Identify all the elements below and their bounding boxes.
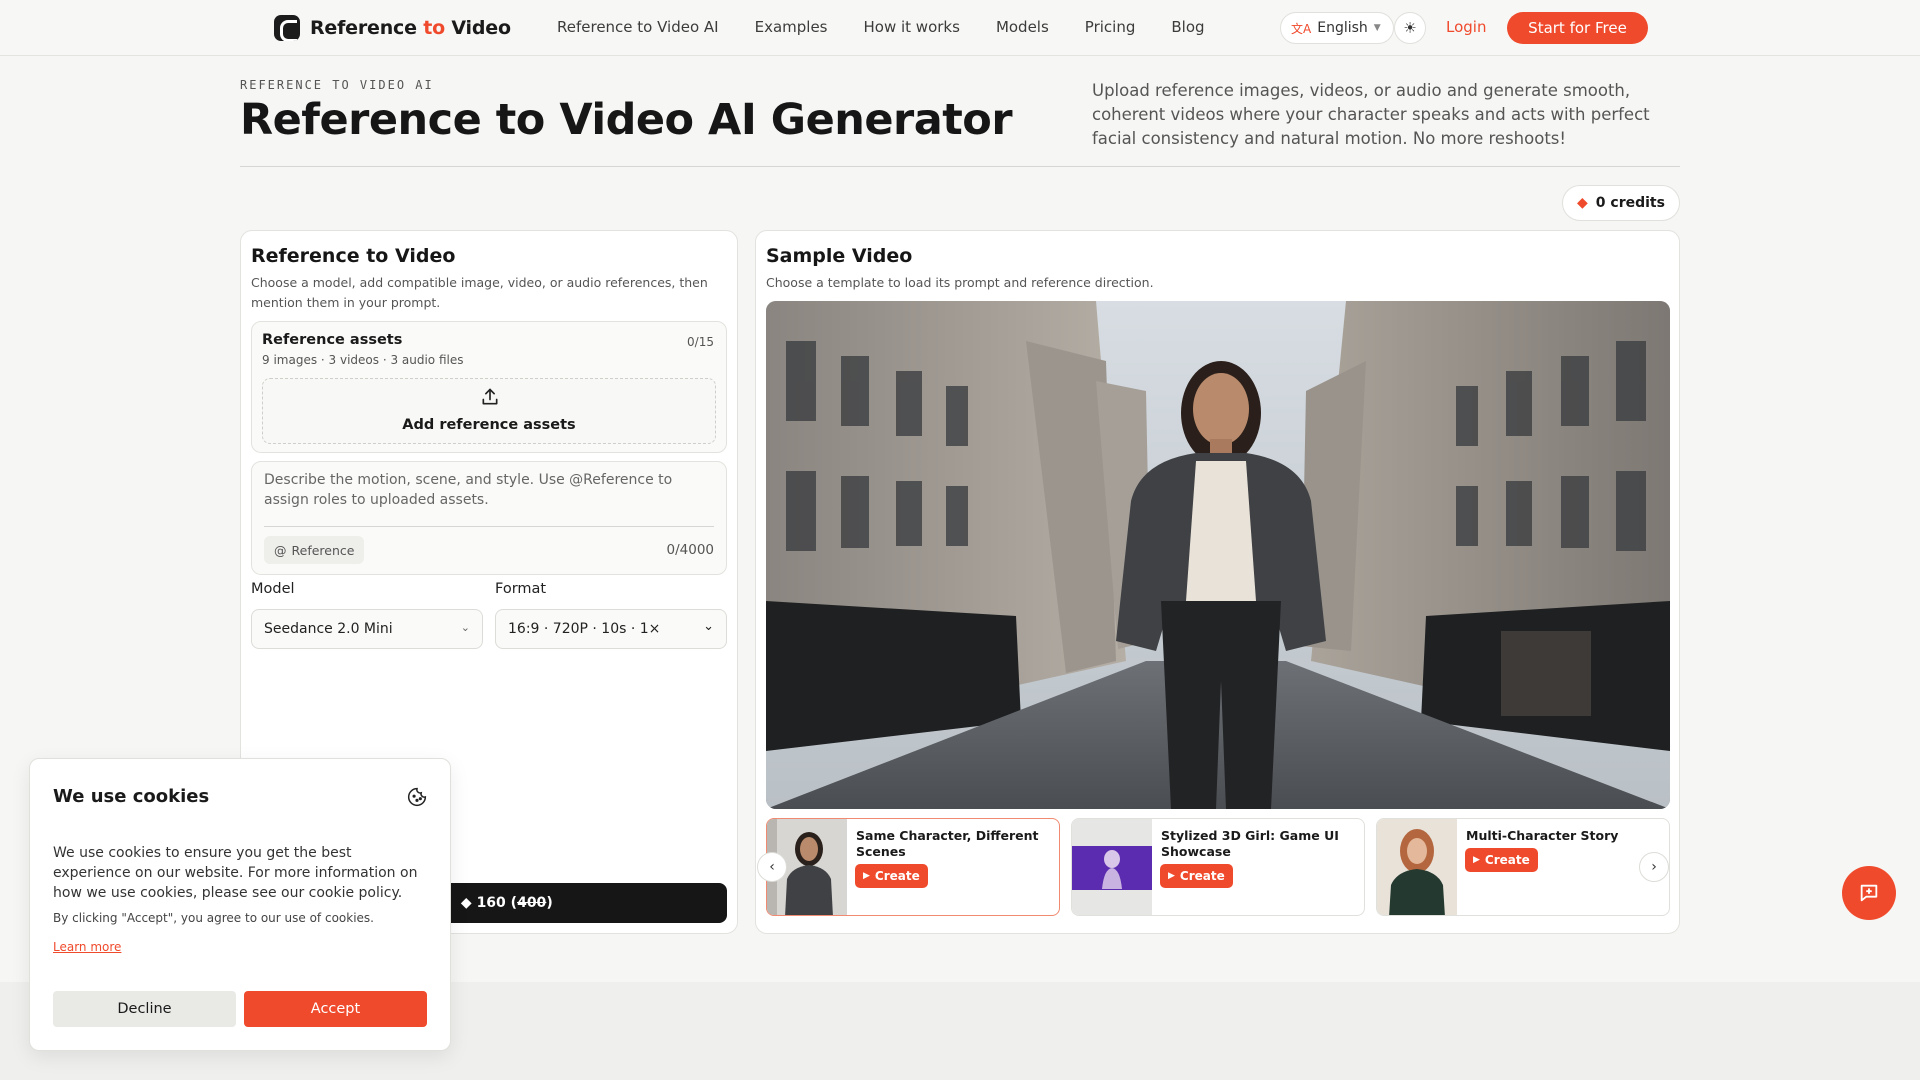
start-for-free-button[interactable]: Start for Free xyxy=(1507,12,1648,44)
create-button[interactable]: ▶ Create xyxy=(1160,864,1233,888)
assets-count: 0/15 xyxy=(687,335,714,349)
at-icon: @ xyxy=(274,542,287,558)
logo-icon xyxy=(274,15,300,41)
template-card[interactable]: Same Character, Different Scenes ▶ Create xyxy=(766,818,1060,916)
nav-link-how-it-works[interactable]: How it works xyxy=(864,18,960,36)
generate-cost: ◆ 160 (400) xyxy=(460,895,553,911)
assets-title: Reference assets xyxy=(262,332,403,348)
carousel-prev-button[interactable]: ‹ xyxy=(757,852,787,882)
translate-icon: 文A xyxy=(1291,21,1312,36)
assets-limits: 9 images · 3 videos · 3 audio files xyxy=(262,353,464,367)
add-reference-assets-dropzone[interactable]: Add reference assets xyxy=(262,378,716,444)
carousel-next-button[interactable]: › xyxy=(1639,852,1669,882)
template-title: Multi-Character Story xyxy=(1466,828,1619,843)
cookie-text: We use cookies to ensure you get the bes… xyxy=(53,845,418,901)
cookie-banner: We use cookies We use cookies to ensure … xyxy=(29,758,451,1051)
template-thumbnail xyxy=(1072,819,1152,915)
chevron-down-icon: ⌄ xyxy=(703,619,714,634)
chevron-down-icon: ⌄ xyxy=(460,621,470,634)
template-title: Same Character, Different Scenes xyxy=(856,828,1039,859)
cookie-note: By clicking "Accept", you agree to our u… xyxy=(53,911,374,925)
model-select[interactable]: Seedance 2.0 Mini ⌄ xyxy=(251,609,483,649)
top-nav: Reference to Video Reference to Video AI… xyxy=(0,0,1920,56)
reference-assets-box: Reference assets 0/15 9 images · 3 video… xyxy=(251,321,727,453)
format-label: Format xyxy=(495,581,547,597)
logo[interactable]: Reference to Video xyxy=(274,15,511,41)
accept-button[interactable]: Accept xyxy=(244,991,427,1027)
chevron-right-icon: › xyxy=(1651,859,1657,875)
sample-video-player[interactable] xyxy=(766,301,1670,809)
cookie-title: We use cookies xyxy=(53,786,210,807)
sample-video-panel: Sample Video Choose a template to load i… xyxy=(755,230,1680,934)
chat-button[interactable] xyxy=(1842,866,1896,920)
prompt-input[interactable]: Describe the motion, scene, and style. U… xyxy=(264,470,684,510)
language-selector[interactable]: 文A English ▼ xyxy=(1280,12,1394,44)
model-value: Seedance 2.0 Mini xyxy=(264,621,393,637)
sun-icon: ☀ xyxy=(1403,19,1417,37)
character-counter: 0/4000 xyxy=(666,542,715,558)
language-label: English xyxy=(1317,20,1368,36)
credits-label: 0 credits xyxy=(1595,195,1665,211)
prompt-divider xyxy=(264,526,714,527)
template-title: Stylized 3D Girl: Game UI Showcase xyxy=(1161,828,1339,859)
nav-link-blog[interactable]: Blog xyxy=(1171,18,1204,36)
theme-toggle-button[interactable]: ☀ xyxy=(1394,12,1426,44)
reference-chip[interactable]: @ Reference xyxy=(264,536,365,564)
template-card[interactable]: Stylized 3D Girl: Game UI Showcase ▶ Crea… xyxy=(1071,818,1365,916)
credits-badge[interactable]: ◆ 0 credits xyxy=(1562,185,1680,221)
upload-icon xyxy=(482,388,498,405)
model-label: Model xyxy=(251,581,295,597)
upload-label: Add reference assets xyxy=(402,417,576,433)
create-button[interactable]: ▶ Create xyxy=(855,864,928,888)
play-icon: ▶ xyxy=(1168,871,1175,881)
sample-video-title: Sample Video xyxy=(766,245,913,267)
panel-title: Reference to Video xyxy=(251,245,456,267)
gem-icon: ◆ xyxy=(1577,195,1588,211)
prompt-box: Describe the motion, scene, and style. U… xyxy=(251,461,727,575)
panel-subtitle: Choose a model, add compatible image, vi… xyxy=(251,275,708,310)
page-title: Reference to Video AI Generator xyxy=(240,95,1013,145)
format-value: 16:9 · 720P · 10s · 1× xyxy=(508,621,661,637)
logo-text: Reference to Video xyxy=(310,17,511,39)
cookie-icon xyxy=(407,787,427,807)
chevron-down-icon: ▼ xyxy=(1373,23,1381,33)
decline-button[interactable]: Decline xyxy=(53,991,236,1027)
nav-links: Reference to Video AI Examples How it wo… xyxy=(557,18,1241,36)
play-icon: ▶ xyxy=(863,871,870,881)
format-select[interactable]: 16:9 · 720P · 10s · 1× ⌄ xyxy=(495,609,727,649)
sample-video-subtitle: Choose a template to load its prompt and… xyxy=(766,275,1154,290)
nav-link-models[interactable]: Models xyxy=(996,18,1049,36)
nav-link-pricing[interactable]: Pricing xyxy=(1085,18,1136,36)
reference-chip-label: Reference xyxy=(291,542,355,558)
page-description: Upload reference images, videos, or audi… xyxy=(1092,81,1650,148)
create-button[interactable]: ▶ Create xyxy=(1465,848,1538,872)
template-card[interactable]: Multi-Character Story ▶ Create xyxy=(1376,818,1670,916)
page-eyebrow: REFERENCE TO VIDEO AI xyxy=(240,78,434,92)
login-link[interactable]: Login xyxy=(1446,18,1486,36)
learn-more-link[interactable]: Learn more xyxy=(53,940,121,954)
sample-video-frame xyxy=(766,301,1670,809)
chat-icon xyxy=(1860,884,1878,902)
nav-link-reference-to-video-ai[interactable]: Reference to Video AI xyxy=(557,18,719,36)
nav-link-examples[interactable]: Examples xyxy=(755,18,828,36)
header-divider xyxy=(240,166,1680,167)
play-icon: ▶ xyxy=(1473,855,1480,865)
template-thumbnail xyxy=(1377,819,1457,915)
chevron-left-icon: ‹ xyxy=(769,859,775,875)
